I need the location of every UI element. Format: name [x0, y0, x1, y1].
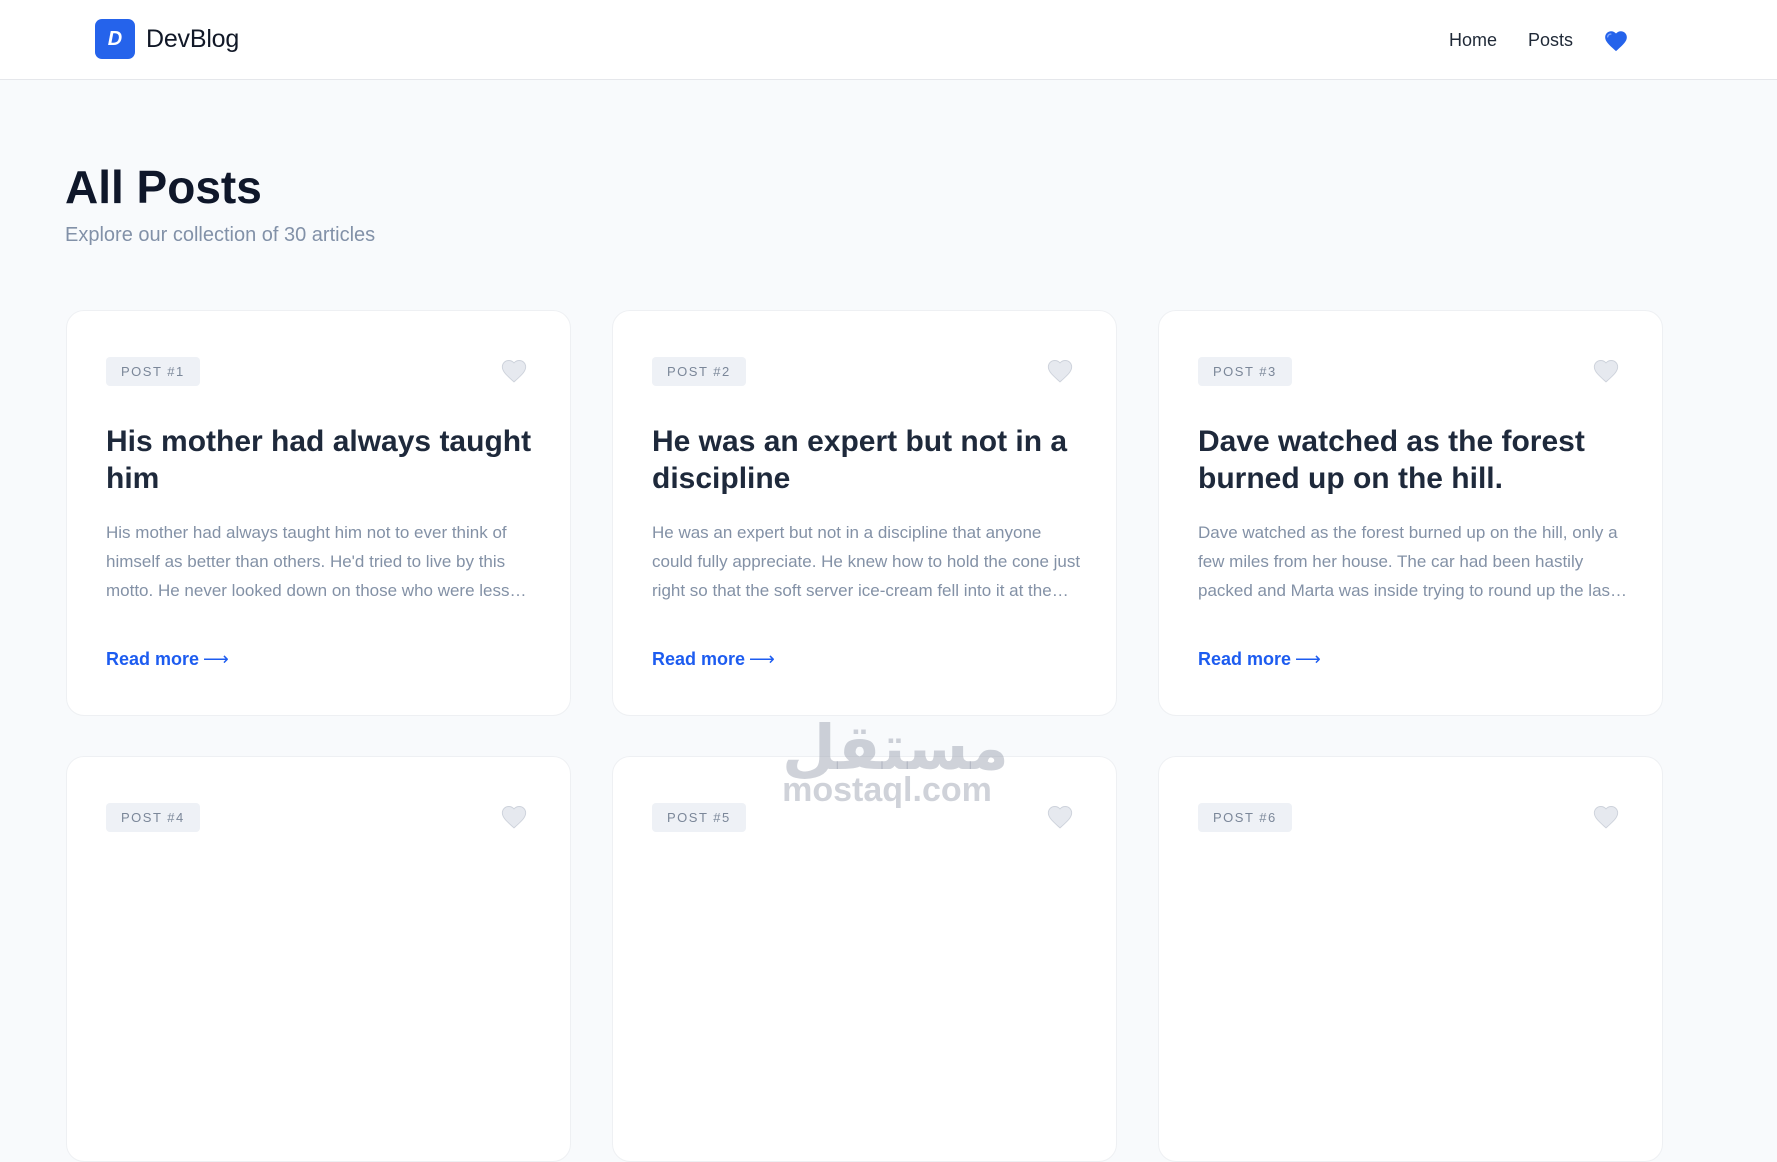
- read-more-link[interactable]: Read more ⟶: [652, 649, 775, 670]
- nav-link-home[interactable]: Home: [1449, 30, 1497, 51]
- post-excerpt: His mother had always taught him not to …: [106, 523, 510, 600]
- top-navbar: D DevBlog Home Posts: [0, 0, 1777, 80]
- page-title: All Posts: [65, 161, 262, 213]
- favorite-heart-icon[interactable]: [1591, 803, 1621, 831]
- post-number-badge: POST #3: [1198, 357, 1292, 386]
- favorite-heart-icon[interactable]: [1045, 357, 1075, 385]
- heart-icon[interactable]: [1603, 28, 1629, 54]
- post-number-badge: POST #5: [652, 803, 746, 832]
- read-more-label: Read more: [652, 649, 746, 669]
- read-more-label: Read more: [1198, 649, 1292, 669]
- post-card[interactable]: POST #1 His mother had always taught him…: [66, 310, 571, 716]
- nav-links: Home Posts: [1449, 27, 1629, 54]
- favorite-heart-icon[interactable]: [499, 803, 529, 831]
- nav-link-posts[interactable]: Posts: [1528, 30, 1573, 51]
- arrow-right-icon: ⟶: [1295, 649, 1321, 669]
- post-number-badge: POST #6: [1198, 803, 1292, 832]
- brand-link[interactable]: D DevBlog: [95, 19, 239, 59]
- post-card[interactable]: POST #5: [612, 756, 1117, 1162]
- post-number-badge: POST #1: [106, 357, 200, 386]
- read-more-label: Read more: [106, 649, 200, 669]
- post-title[interactable]: His mother had always taught him: [106, 423, 536, 497]
- post-card[interactable]: POST #3 Dave watched as the forest burne…: [1158, 310, 1663, 716]
- favorite-heart-icon[interactable]: [499, 357, 529, 385]
- post-excerpt: He was an expert but not in a discipline…: [652, 523, 1081, 600]
- read-more-link[interactable]: Read more ⟶: [106, 649, 229, 670]
- post-number-badge: POST #4: [106, 803, 200, 832]
- read-more-link[interactable]: Read more ⟶: [1198, 649, 1321, 670]
- arrow-right-icon: ⟶: [203, 649, 229, 669]
- brand-name: DevBlog: [146, 24, 240, 53]
- favorite-heart-icon[interactable]: [1591, 357, 1621, 385]
- page-subtitle: Explore our collection of 30 articles: [65, 224, 376, 246]
- post-card[interactable]: POST #2 He was an expert but not in a di…: [612, 310, 1117, 716]
- arrow-right-icon: ⟶: [749, 649, 775, 669]
- brand-logo-icon: D: [95, 19, 135, 59]
- post-card[interactable]: POST #4: [66, 756, 571, 1162]
- post-title[interactable]: He was an expert but not in a discipline: [652, 423, 1082, 497]
- post-number-badge: POST #2: [652, 357, 746, 386]
- post-card[interactable]: POST #6: [1158, 756, 1663, 1162]
- post-title[interactable]: Dave watched as the forest burned up on …: [1198, 423, 1628, 497]
- post-excerpt: Dave watched as the forest burned up on …: [1198, 523, 1618, 600]
- favorite-heart-icon[interactable]: [1045, 803, 1075, 831]
